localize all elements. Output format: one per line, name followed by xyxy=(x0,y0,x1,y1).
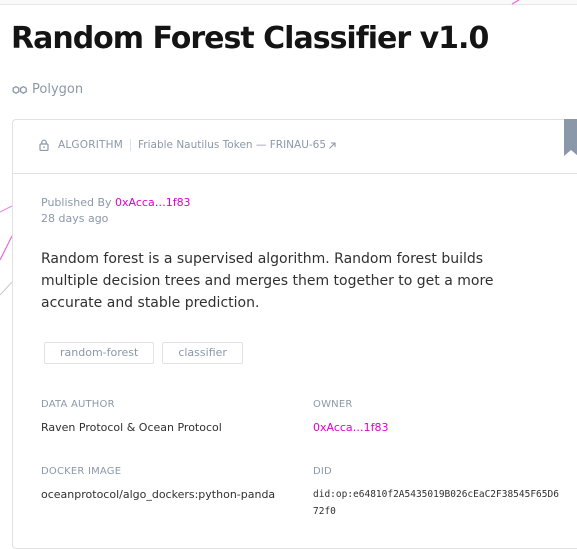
network-label: Polygon xyxy=(12,82,83,97)
published-by: Published By 0xAcca…1f83 28 days ago xyxy=(41,195,191,227)
asset-card: ALGORITHM Friable Nautilus Token — FRINA… xyxy=(12,119,577,549)
owner-label: OWNER xyxy=(313,399,353,410)
asset-type-row: ALGORITHM Friable Nautilus Token — FRINA… xyxy=(39,139,337,151)
background-top-rule xyxy=(0,0,577,5)
datatoken-name: Friable Nautilus Token — FRINAU-65 xyxy=(138,139,327,151)
publisher-address-link[interactable]: 0xAcca…1f83 xyxy=(115,196,191,209)
published-date: 28 days ago xyxy=(41,212,109,225)
asset-card-header: ALGORITHM Friable Nautilus Token — FRINA… xyxy=(13,119,577,174)
tag-classifier[interactable]: classifier xyxy=(162,342,243,364)
did-value: did:op:e64810f2A5435019B026cEaC2F38545F6… xyxy=(313,489,559,517)
asset-type-label: ALGORITHM xyxy=(58,139,131,151)
data-author-label: DATA AUTHOR xyxy=(41,399,115,410)
page-title: Random Forest Classifier v1.0 xyxy=(11,21,489,56)
data-author-value: Raven Protocol & Ocean Protocol xyxy=(41,421,222,434)
datatoken-link[interactable]: Friable Nautilus Token — FRINAU-65 xyxy=(138,139,337,151)
bookmark-icon[interactable] xyxy=(564,119,577,156)
asset-description: Random forest is a supervised algorithm.… xyxy=(41,251,494,311)
tag-random-forest[interactable]: random-forest xyxy=(44,342,155,364)
network-name: Polygon xyxy=(32,82,84,97)
owner-address-link[interactable]: 0xAcca…1f83 xyxy=(313,419,389,436)
polygon-icon xyxy=(12,85,27,94)
published-by-label: Published By xyxy=(41,196,112,209)
tag-list: random-forest classifier xyxy=(44,342,243,364)
docker-image-label: DOCKER IMAGE xyxy=(41,466,122,477)
external-link-icon xyxy=(329,141,336,149)
docker-image-value: oceanprotocol/algo_dockers:python-panda xyxy=(41,488,276,501)
lock-icon xyxy=(39,139,49,151)
did-label: DID xyxy=(313,466,332,477)
